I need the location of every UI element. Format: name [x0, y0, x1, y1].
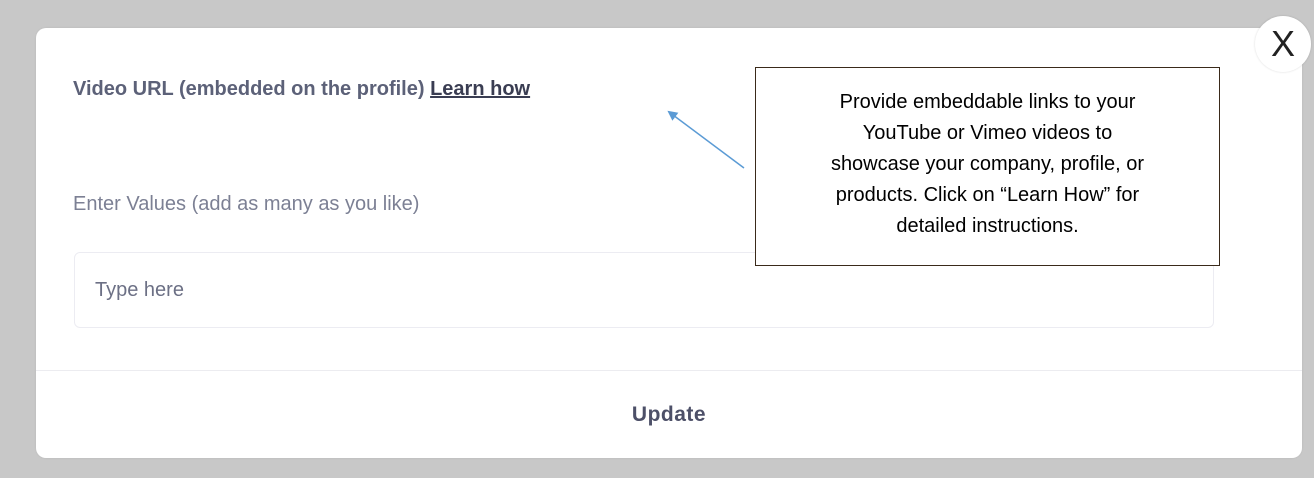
callout-line: detailed instructions.: [896, 215, 1079, 237]
field-heading: Video URL (embedded on the profile) Lear…: [73, 78, 530, 101]
field-heading-text: Video URL (embedded on the profile): [73, 78, 425, 100]
close-icon: X: [1270, 23, 1295, 64]
values-label: Enter Values (add as many as you like): [73, 193, 420, 215]
close-button[interactable]: X: [1255, 16, 1311, 72]
help-callout: Provide embeddable links to your YouTube…: [755, 67, 1220, 266]
callout-line: products. Click on “Learn How” for: [835, 184, 1140, 206]
update-button[interactable]: Update: [36, 371, 1302, 458]
callout-line: YouTube or Vimeo videos to: [862, 122, 1113, 144]
callout-line: Provide embeddable links to your: [839, 91, 1136, 113]
learn-how-link[interactable]: Learn how: [430, 78, 530, 100]
callout-line: showcase your company, profile, or: [830, 153, 1145, 175]
